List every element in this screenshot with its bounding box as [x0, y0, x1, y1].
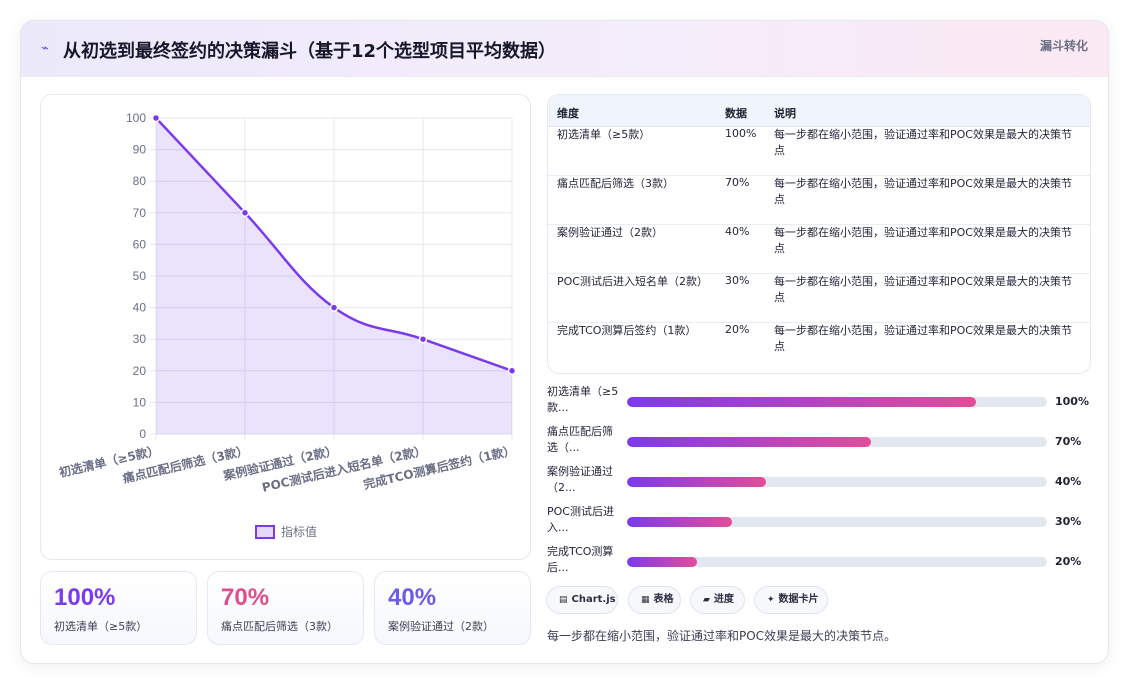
cell-data: 40%	[725, 225, 750, 238]
y-tick-label: 40	[133, 301, 147, 315]
y-tick-label: 60	[133, 237, 147, 251]
progress-track	[627, 517, 1047, 527]
progress-row: POC测试后进入... 30%	[547, 504, 1091, 540]
pill-table[interactable]: ▦ 表格	[628, 586, 681, 614]
progress-value: 70%	[1055, 435, 1082, 448]
column-header-dimension: 维度	[557, 107, 579, 120]
stat-card: 40% 案例验证通过（2款）	[374, 571, 531, 645]
table-row: 完成TCO测算后签约（1款） 20% 每一步都在缩小范围，验证通过率和POC效果是最…	[548, 323, 1090, 372]
pill-label: 数据卡片	[778, 594, 819, 605]
data-point	[329, 303, 339, 312]
stat-card: 100% 初选清单（≥5款）	[40, 571, 197, 645]
cell-data: 20%	[725, 323, 750, 336]
stat-label: 痛点匹配后筛选（3款）	[221, 620, 338, 633]
pill-chart[interactable]: ▤ Chart.js	[546, 586, 618, 614]
data-point	[240, 208, 250, 218]
table-header: 维度 数据 说明	[548, 95, 1090, 127]
pill-label: 进度	[713, 594, 734, 605]
y-tick-label: 80	[133, 174, 147, 188]
table-icon: ▦	[641, 595, 650, 605]
cell-description: 每一步都在缩小范围，验证通过率和POC效果是最大的决策节点	[774, 275, 1072, 304]
table-row: 案例验证通过（2款） 40% 每一步都在缩小范围，验证通过率和POC效果是最大的决策…	[548, 225, 1090, 274]
progress-value: 20%	[1055, 555, 1082, 568]
progress-fill	[627, 517, 732, 527]
pill-label: Chart.js	[571, 594, 616, 605]
table-row: 痛点匹配后筛选（3款） 70% 每一步都在缩小范围，验证通过率和POC效果是最大的决…	[548, 176, 1090, 225]
column-header-data: 数据	[725, 107, 747, 120]
footnote: 每一步都在缩小范围，验证通过率和POC效果是最大的决策节点。	[547, 629, 897, 643]
lightning-icon: ⌁	[41, 41, 49, 56]
cell-data: 100%	[725, 127, 757, 140]
progress-label: 初选清单（≥5款...	[547, 385, 619, 414]
stat-value: 70%	[221, 584, 270, 611]
table-row: POC测试后进入短名单（2款） 30% 每一步都在缩小范围，验证通过率和POC效果是…	[548, 274, 1090, 323]
cell-description: 每一步都在缩小范围，验证通过率和POC效果是最大的决策节点	[774, 324, 1072, 353]
cell-data: 30%	[725, 274, 750, 287]
progress-value: 40%	[1055, 475, 1082, 488]
cell-description: 每一步都在缩小范围，验证通过率和POC效果是最大的决策节点	[774, 128, 1072, 157]
card-header: ⌁ 从初选到最终签约的决策漏斗（基于12个选型项目平均数据） 漏斗转化	[21, 21, 1108, 77]
progress-track	[627, 557, 1047, 567]
y-tick-label: 70	[133, 206, 147, 220]
y-tick-label: 0	[139, 427, 146, 441]
stat-value: 100%	[54, 584, 116, 611]
progress-label: 完成TCO测算后...	[547, 545, 614, 574]
chart-panel: 0 10 20 30 40 50 60 70 80 90 100 初选清单（≥5款） 痛点匹配后筛选（3…	[40, 94, 531, 560]
progress-label: 痛点匹配后筛选（...	[547, 425, 613, 454]
progress-value: 30%	[1055, 515, 1082, 528]
data-point	[418, 334, 428, 344]
cell-description: 每一步都在缩小范围，验证通过率和POC效果是最大的决策节点	[774, 226, 1072, 255]
stat-label: 案例验证通过（2款）	[388, 620, 494, 633]
progress-label: 案例验证通过（2...	[547, 465, 613, 494]
column-header-description: 说明	[774, 107, 796, 120]
cell-dimension: 初选清单（≥5款）	[557, 128, 651, 141]
data-table: 维度 数据 说明 初选清单（≥5款） 100% 每一步都在缩小范围，验证通过率和PO…	[547, 94, 1091, 374]
table-row: 初选清单（≥5款） 100% 每一步都在缩小范围，验证通过率和POC效果是最大的决策…	[548, 127, 1090, 176]
y-tick-label: 100	[126, 111, 146, 125]
progress-value: 100%	[1055, 395, 1089, 408]
progress-track	[627, 477, 1047, 487]
data-point	[507, 366, 517, 376]
y-tick-label: 90	[133, 143, 147, 157]
progress-fill	[627, 557, 697, 567]
progress-row: 痛点匹配后筛选（... 70%	[547, 424, 1091, 460]
progress-icon: ▰	[703, 595, 710, 605]
legend-label: 指标值	[281, 524, 317, 539]
y-tick-label: 30	[133, 332, 147, 346]
cell-dimension: 完成TCO测算后签约（1款）	[557, 324, 697, 337]
funnel-card: ⌁ 从初选到最终签约的决策漏斗（基于12个选型项目平均数据） 漏斗转化 0 10 2…	[20, 20, 1109, 664]
chart-icon: ▤	[559, 595, 568, 605]
progress-row: 初选清单（≥5款... 100%	[547, 384, 1091, 420]
y-tick-label: 20	[133, 364, 147, 378]
progress-track	[627, 397, 1047, 407]
progress-track	[627, 437, 1047, 447]
progress-row: 完成TCO测算后... 20%	[547, 544, 1091, 580]
y-tick-label: 50	[133, 269, 147, 283]
cell-dimension: 痛点匹配后筛选（3款）	[557, 177, 674, 190]
cell-dimension: 案例验证通过（2款）	[557, 226, 663, 239]
cell-description: 每一步都在缩小范围，验证通过率和POC效果是最大的决策节点	[774, 177, 1072, 206]
legend-swatch	[255, 525, 275, 539]
pill-progress[interactable]: ▰ 进度	[690, 586, 745, 614]
x-tick-label: 完成TCO测算后签约（1款）	[362, 442, 517, 492]
data-point	[151, 113, 161, 123]
category-tag: 漏斗转化	[1039, 39, 1088, 53]
cell-dimension: POC测试后进入短名单（2款）	[557, 275, 708, 288]
cell-data: 70%	[725, 176, 750, 189]
pill-sparkle[interactable]: ✦ 数据卡片	[754, 586, 828, 614]
y-tick-label: 10	[133, 395, 147, 409]
progress-label: POC测试后进入...	[547, 505, 614, 534]
page-title: 从初选到最终签约的决策漏斗（基于12个选型项目平均数据）	[63, 41, 557, 62]
stat-label: 初选清单（≥5款）	[54, 620, 148, 633]
pill-label: 表格	[653, 594, 674, 605]
stat-value: 40%	[388, 584, 437, 611]
progress-fill	[627, 477, 767, 487]
sparkle-icon: ✦	[767, 595, 775, 605]
progress-fill	[627, 397, 976, 407]
progress-fill	[627, 437, 872, 447]
funnel-area-chart: 0102030405060708090100初选清单（≥5款）痛点匹配后筛选（3…	[58, 111, 517, 539]
stat-card: 70% 痛点匹配后筛选（3款）	[207, 571, 364, 645]
progress-row: 案例验证通过（2... 40%	[547, 464, 1091, 500]
